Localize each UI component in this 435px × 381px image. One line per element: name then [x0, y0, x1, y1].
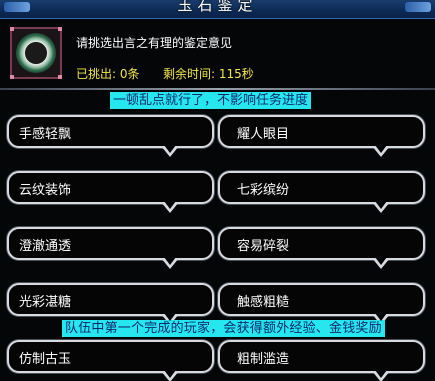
icon-corner-dot	[58, 75, 62, 79]
hint-banner-top: 一顿乱点就行了，不影响任务进度	[110, 92, 312, 109]
option-button-5[interactable]: 澄澈通透	[7, 227, 214, 269]
picked-count: 已挑出: 0条	[76, 67, 140, 81]
window-title: 玉石鉴定	[177, 0, 258, 14]
option-label: 云纹装饰	[19, 183, 72, 198]
option-label: 七彩缤纷	[237, 183, 290, 198]
jade-ring-icon	[10, 27, 62, 79]
icon-corner-dot	[10, 75, 14, 79]
option-button-1[interactable]: 手感轻飘	[7, 115, 214, 157]
title-right-ornament	[405, 2, 431, 12]
option-button-7[interactable]: 光彩湛糖	[7, 283, 214, 325]
option-button-10[interactable]: 粗制滥造	[218, 340, 425, 381]
reward-banner-bottom: 队伍中第一个完成的玩家，会获得额外经验、金钱奖励	[62, 320, 385, 337]
time-remaining: 剩余时间: 115秒	[163, 67, 254, 81]
option-label: 粗制滥造	[237, 352, 290, 367]
option-label: 光彩湛糖	[19, 295, 72, 310]
instruction-text: 请挑选出言之有理的鉴定意见	[76, 36, 233, 50]
option-label: 容易碎裂	[237, 239, 290, 254]
option-button-6[interactable]: 容易碎裂	[218, 227, 425, 269]
option-button-9[interactable]: 仿制古玉	[7, 340, 214, 381]
jade-ring-image	[16, 33, 56, 73]
option-label: 仿制古玉	[19, 352, 72, 367]
icon-corner-dot	[10, 27, 14, 31]
option-button-2[interactable]: 耀人眼目	[218, 115, 425, 157]
option-label: 手感轻飘	[19, 127, 72, 142]
option-button-8[interactable]: 触感粗糙	[218, 283, 425, 325]
option-label: 澄澈通透	[19, 239, 72, 254]
icon-corner-dot	[58, 27, 62, 31]
title-bar[interactable]: 玉石鉴定	[0, 0, 435, 19]
jade-appraisal-window: 玉石鉴定 请挑选出言之有理的鉴定意见 已挑出: 0条 剩余时间: 115秒 一顿…	[0, 0, 435, 381]
header-divider	[0, 88, 435, 90]
option-button-4[interactable]: 七彩缤纷	[218, 171, 425, 213]
option-button-3[interactable]: 云纹装饰	[7, 171, 214, 213]
option-label: 触感粗糙	[237, 295, 290, 310]
option-label: 耀人眼目	[237, 127, 290, 142]
